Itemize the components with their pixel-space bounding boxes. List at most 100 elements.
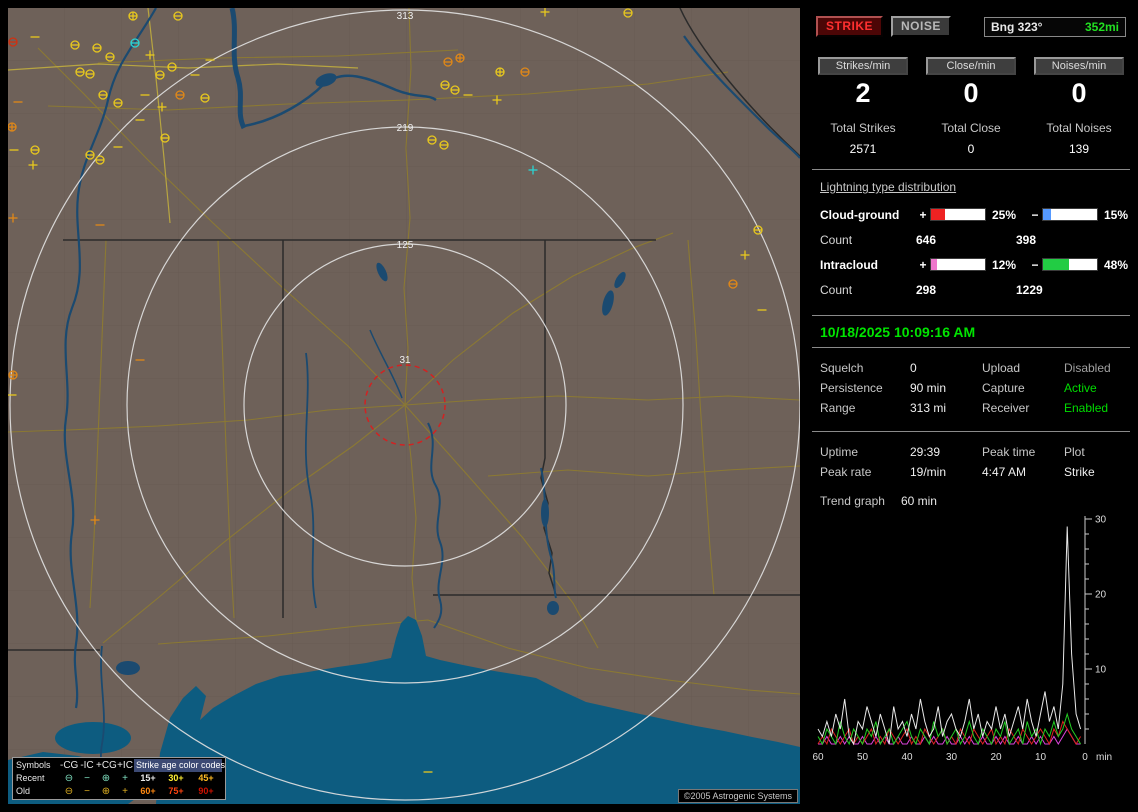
upload-label: Upload [982, 361, 1021, 375]
persistence-label: Persistence [820, 381, 883, 395]
noises-per-min-value: 0 [1071, 78, 1087, 108]
capture-label: Capture [982, 381, 1025, 395]
ic-pos-icon: + [122, 773, 128, 784]
cg-pos-bar [930, 208, 986, 221]
noises-per-min-box: Noises/min [1034, 57, 1124, 75]
datetime-display: 10/18/2025 10:09:16 AM [812, 316, 1130, 348]
legend-symbols-header: Symbols [16, 760, 51, 770]
cloud-ground-row: Cloud-ground + 25% − 15% [812, 202, 1130, 227]
svg-text:0: 0 [1082, 752, 1088, 763]
cg-neg-count: 398 [1016, 232, 1037, 247]
legend-row-old-label: Old [16, 786, 31, 796]
ic-neg-bar [1042, 258, 1098, 271]
squelch-label: Squelch [820, 361, 864, 375]
cg-pos-icon: ⊕ [101, 773, 111, 784]
plot-value: Strike [1064, 465, 1095, 479]
plus-sign: + [919, 257, 927, 272]
legend-col-nic: -IC [80, 760, 94, 771]
svg-text:50: 50 [857, 752, 869, 763]
svg-text:20: 20 [1095, 590, 1107, 601]
count-label: Count [820, 282, 853, 297]
status-section: Uptime 29:39 Peak time Plot Peak rate 19… [812, 432, 1130, 482]
strike-indicator-button[interactable]: STRIKE [816, 16, 884, 37]
settings-section: Squelch 0 Upload Disabled Persistence 90… [812, 348, 1130, 418]
squelch-value: 0 [910, 361, 917, 375]
intracloud-row: Intracloud + 12% − 48% [812, 252, 1130, 277]
range-value: 313 mi [910, 401, 947, 415]
plot-label: Plot [1064, 445, 1085, 459]
capture-status: Active [1064, 381, 1097, 395]
legend-age-header: Strike age color codes [134, 759, 226, 772]
total-strikes-value: 2571 [849, 142, 877, 156]
ic-pos-percent: 12% [992, 257, 1017, 272]
ic-pos-icon: + [122, 786, 128, 797]
age-code-60: 60+ [140, 786, 156, 796]
strike-legend: Symbols -CG -IC +CG +IC Strike age color… [12, 757, 226, 800]
total-close-label: Total Close [941, 121, 1001, 135]
ic-pos-bar [930, 258, 986, 271]
minus-sign: − [1031, 207, 1039, 222]
cg-neg-icon: ⊖ [64, 773, 74, 784]
status-panel: STRIKE NOISE Bng 323° 352mi Strikes/min … [812, 8, 1130, 804]
intracloud-counts: Count 298 1229 [812, 277, 1130, 302]
cg-pos-icon: ⊕ [101, 786, 111, 797]
legend-row-recent-label: Recent [16, 773, 45, 783]
svg-text:20: 20 [990, 752, 1002, 763]
intracloud-label: Intracloud [820, 257, 879, 272]
peak-time-label: Peak time [982, 445, 1036, 459]
bearing-range: 352mi [1084, 19, 1119, 34]
svg-text:30: 30 [1095, 515, 1107, 526]
minus-sign: − [1031, 257, 1039, 272]
cg-neg-bar [1042, 208, 1098, 221]
ring-label-125: 125 [397, 240, 414, 251]
peak-rate-label: Peak rate [820, 465, 872, 479]
cg-neg-icon: ⊖ [64, 786, 74, 797]
noise-indicator-button[interactable]: NOISE [891, 16, 951, 37]
bearing-display: Bng 323° 352mi [984, 16, 1126, 37]
ring-label-219: 219 [397, 123, 414, 134]
map-canvas: 313 219 125 31 [8, 8, 800, 804]
svg-text:min: min [1096, 752, 1112, 763]
ring-label-31: 31 [399, 355, 411, 366]
strikes-per-min-value: 2 [855, 78, 871, 108]
svg-text:10: 10 [1095, 665, 1107, 676]
ic-pos-count: 298 [916, 282, 937, 297]
age-code-30: 30+ [168, 773, 184, 783]
cg-pos-percent: 25% [992, 207, 1017, 222]
upload-status: Disabled [1064, 361, 1111, 375]
legend-col-pic: +IC [117, 760, 133, 771]
ic-neg-count: 1229 [1016, 282, 1043, 297]
cloud-ground-counts: Count 646 398 [812, 227, 1130, 252]
plus-sign: + [919, 207, 927, 222]
range-label: Range [820, 401, 856, 415]
cg-neg-percent: 15% [1104, 207, 1129, 222]
distribution-title: Lightning type distribution [820, 180, 957, 194]
legend-col-pcg: +CG [96, 760, 117, 771]
cg-pos-count: 646 [916, 232, 937, 247]
svg-text:10: 10 [1035, 752, 1047, 763]
uptime-value: 29:39 [910, 445, 941, 459]
ic-neg-icon: − [84, 786, 90, 797]
svg-text:60: 60 [812, 752, 824, 763]
total-strikes-label: Total Strikes [830, 121, 896, 135]
total-noises-label: Total Noises [1046, 121, 1112, 135]
ic-neg-percent: 48% [1104, 257, 1129, 272]
close-per-min-value: 0 [963, 78, 979, 108]
bearing-value: Bng 323° [991, 19, 1043, 34]
trend-graph-label: Trend graph [820, 494, 885, 508]
rate-boxes: Strikes/min 2 Close/min 0 Noises/min 0 [812, 57, 1130, 109]
totals-row: Total Strikes 2571 Total Close 0 Total N… [812, 121, 1130, 156]
uptime-label: Uptime [820, 445, 859, 459]
svg-text:30: 30 [946, 752, 958, 763]
legend-col-ncg: -CG [60, 760, 79, 771]
peak-time-value: 4:47 AM [982, 465, 1027, 479]
count-label: Count [820, 232, 853, 247]
persistence-value: 90 min [910, 381, 947, 395]
map-view[interactable]: 313 219 125 31 Symbols -CG -IC +CG +IC S… [8, 8, 800, 804]
total-close-value: 0 [967, 142, 975, 156]
copyright-label: ©2005 Astrogenic Systems [677, 789, 798, 803]
cloud-ground-label: Cloud-ground [820, 207, 900, 222]
strikes-per-min-box: Strikes/min [818, 57, 908, 75]
ic-neg-icon: − [84, 773, 90, 784]
svg-text:40: 40 [901, 752, 913, 763]
